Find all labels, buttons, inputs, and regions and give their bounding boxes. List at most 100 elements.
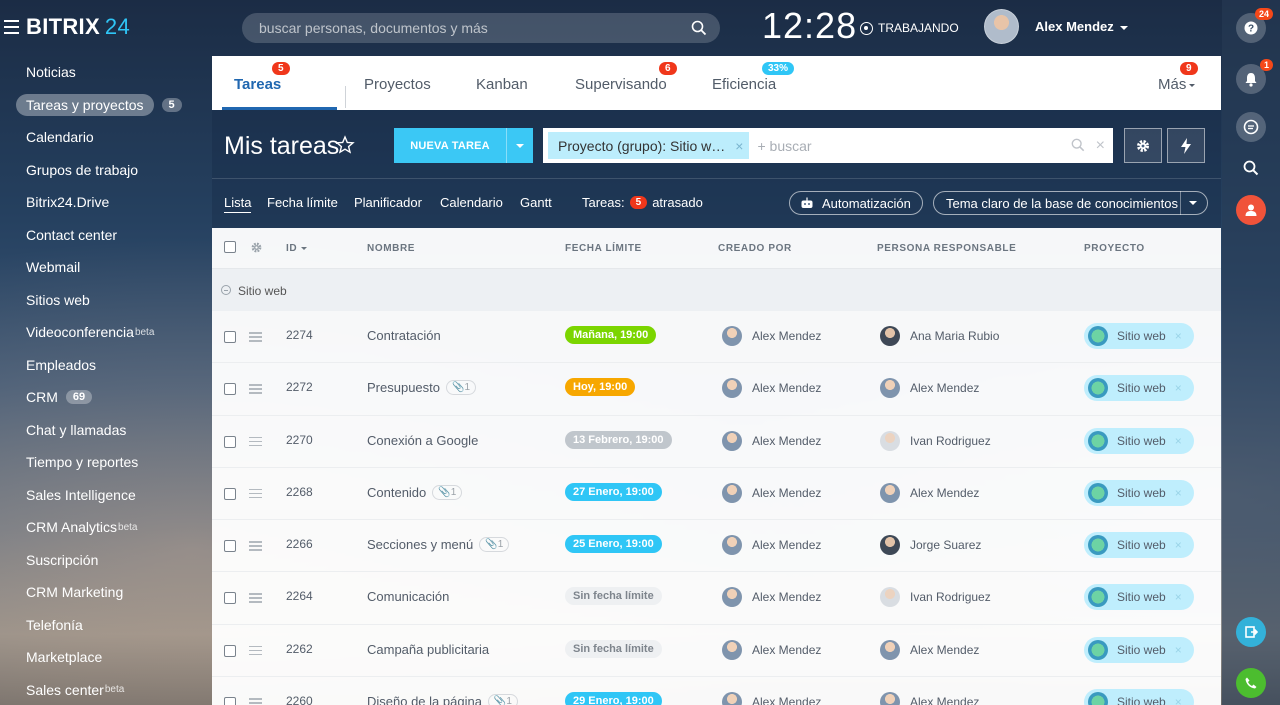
responsible[interactable]: Alex Mendez bbox=[880, 639, 979, 660]
drag-handle-icon[interactable] bbox=[249, 698, 262, 705]
view-calendario[interactable]: Calendario bbox=[440, 195, 503, 210]
sidebar-item[interactable]: Tareas y proyectos 5 bbox=[0, 89, 212, 122]
logo[interactable]: BITRIX 24 bbox=[26, 14, 130, 40]
task-name[interactable]: Contratación bbox=[367, 328, 441, 343]
drag-handle-icon[interactable] bbox=[249, 436, 262, 447]
sidebar-item[interactable]: CRM 69 bbox=[0, 381, 212, 414]
project-tag[interactable]: Sitio web × bbox=[1084, 584, 1194, 611]
task-name[interactable]: Campaña publicitaria bbox=[367, 642, 489, 657]
column-creator[interactable]: CREADO POR bbox=[718, 243, 792, 254]
attachment-count[interactable]: 📎1 bbox=[479, 537, 510, 553]
deadline-badge[interactable]: Hoy, 19:00 bbox=[565, 378, 636, 397]
search-icon[interactable] bbox=[691, 20, 707, 36]
task-name[interactable]: Diseño de la página 📎1 bbox=[367, 694, 518, 705]
attachment-count[interactable]: 📎1 bbox=[446, 380, 477, 396]
sidebar-item[interactable]: Sales Intelligence bbox=[0, 479, 212, 512]
filter-chip[interactable]: Proyecto (grupo): Sitio w… × bbox=[548, 132, 750, 159]
search-button[interactable] bbox=[1240, 157, 1262, 179]
filter-input[interactable] bbox=[757, 130, 1058, 161]
table-row[interactable]: 2274 Contratación Mañana, 19:00 Alex Mendez… bbox=[212, 311, 1221, 364]
chat-button[interactable] bbox=[1236, 112, 1266, 142]
table-row[interactable]: 2270 Conexión a Google 13 Febrero, 19:00 Al… bbox=[212, 416, 1221, 468]
deadline-badge[interactable]: 13 Febrero, 19:00 bbox=[565, 430, 672, 449]
attachment-count[interactable]: 📎1 bbox=[487, 694, 518, 705]
creator[interactable]: Alex Mendez bbox=[722, 430, 821, 451]
select-all-checkbox[interactable] bbox=[224, 241, 236, 253]
settings-button[interactable] bbox=[1124, 128, 1162, 163]
sidebar-item[interactable]: Marketplace bbox=[0, 641, 212, 674]
sidebar-item[interactable]: Telefonía bbox=[0, 609, 212, 642]
project-tag[interactable]: Sitio web × bbox=[1084, 375, 1194, 402]
project-tag[interactable]: Sitio web × bbox=[1084, 689, 1194, 705]
tab-tareas[interactable]: Tareas 5 bbox=[234, 62, 290, 93]
responsible[interactable]: Ivan Rodriguez bbox=[880, 430, 991, 451]
creator[interactable]: Alex Mendez bbox=[722, 692, 821, 705]
sidebar-item[interactable]: Sitios web bbox=[0, 284, 212, 317]
drag-handle-icon[interactable] bbox=[249, 488, 262, 499]
row-checkbox[interactable] bbox=[224, 540, 236, 553]
sidebar-item[interactable]: Videoconferencia beta bbox=[0, 316, 212, 349]
project-tag[interactable]: Sitio web × bbox=[1084, 323, 1194, 349]
sidebar-item[interactable]: Sales center beta bbox=[0, 674, 212, 705]
close-icon[interactable]: × bbox=[1175, 643, 1182, 657]
search-input[interactable] bbox=[242, 13, 662, 43]
sidebar-item[interactable]: Tiempo y reportes bbox=[0, 446, 212, 479]
responsible[interactable]: Ivan Rodriguez bbox=[880, 587, 991, 608]
close-icon[interactable]: × bbox=[1175, 329, 1182, 343]
knowledge-base-button[interactable]: Tema claro de la base de conocimientos bbox=[933, 191, 1208, 215]
responsible[interactable]: Alex Mendez bbox=[880, 482, 979, 503]
creator[interactable]: Alex Mendez bbox=[722, 326, 821, 346]
project-tag[interactable]: Sitio web × bbox=[1084, 636, 1194, 663]
row-checkbox[interactable] bbox=[224, 487, 236, 500]
work-status[interactable]: TRABAJANDO bbox=[860, 21, 959, 35]
phone-button[interactable] bbox=[1236, 668, 1266, 698]
responsible[interactable]: Alex Mendez bbox=[880, 378, 979, 399]
task-name[interactable]: Comunicación bbox=[367, 589, 449, 604]
project-tag[interactable]: Sitio web × bbox=[1084, 479, 1194, 506]
table-row[interactable]: 2268 Contenido 📎1 27 Enero, 19:00 Alex Mende… bbox=[212, 468, 1221, 521]
column-responsible[interactable]: PERSONA RESPONSABLE bbox=[877, 243, 1016, 254]
sidebar-item[interactable]: Noticias bbox=[0, 56, 212, 89]
tab-supervisando[interactable]: Supervisando 6 bbox=[575, 62, 677, 93]
close-icon[interactable]: × bbox=[735, 138, 743, 154]
new-task-button[interactable]: NUEVA TAREA bbox=[394, 128, 533, 163]
close-icon[interactable]: × bbox=[1175, 434, 1182, 448]
creator[interactable]: Alex Mendez bbox=[722, 535, 821, 556]
clear-icon[interactable]: × bbox=[1096, 137, 1105, 155]
view-planificador[interactable]: Planificador bbox=[354, 195, 422, 210]
responsible[interactable]: Alex Mendez bbox=[880, 692, 979, 705]
drag-handle-icon[interactable] bbox=[249, 593, 262, 603]
new-task-dropdown[interactable] bbox=[506, 128, 533, 163]
creator[interactable]: Alex Mendez bbox=[722, 378, 821, 399]
sidebar-item[interactable]: Suscripción bbox=[0, 544, 212, 577]
deadline-badge[interactable]: Mañana, 19:00 bbox=[565, 326, 657, 344]
task-name[interactable]: Presupuesto 📎1 bbox=[367, 380, 477, 396]
user-profile-button[interactable] bbox=[1236, 195, 1266, 225]
drag-handle-icon[interactable] bbox=[249, 332, 262, 342]
drag-handle-icon[interactable] bbox=[249, 384, 262, 394]
view-lista[interactable]: Lista bbox=[224, 195, 252, 213]
table-row[interactable]: 2272 Presupuesto 📎1 Hoy, 19:00 Alex Mendez Al… bbox=[212, 363, 1221, 416]
deadline-badge[interactable]: Sin fecha límite bbox=[565, 639, 662, 658]
creator[interactable]: Alex Mendez bbox=[722, 482, 821, 503]
sidebar-item[interactable]: Chat y llamadas bbox=[0, 414, 212, 447]
close-icon[interactable]: × bbox=[1175, 486, 1182, 500]
sidebar-item[interactable]: Contact center bbox=[0, 219, 212, 252]
tab-eficiencia[interactable]: Eficiencia 33% bbox=[712, 62, 795, 93]
row-checkbox[interactable] bbox=[224, 592, 236, 605]
column-id[interactable]: ID bbox=[286, 243, 308, 254]
column-project[interactable]: PROYECTO bbox=[1084, 243, 1145, 254]
sidebar-item[interactable]: CRM Analytics beta bbox=[0, 511, 212, 544]
task-name[interactable]: Conexión a Google bbox=[367, 433, 478, 448]
table-row[interactable]: 2260 Diseño de la página 📎1 29 Enero, 19:00… bbox=[212, 677, 1221, 705]
automation-button[interactable]: Automatización bbox=[789, 191, 923, 215]
view-gantt[interactable]: Gantt bbox=[520, 195, 552, 210]
deadline-badge[interactable]: Sin fecha límite bbox=[565, 587, 662, 606]
robots-button[interactable] bbox=[1167, 128, 1205, 163]
menu-icon[interactable] bbox=[4, 20, 19, 34]
overdue-counter[interactable]: Tareas: 5 atrasado bbox=[582, 195, 703, 210]
table-row[interactable]: 2266 Secciones y menú 📎1 25 Enero, 19:00 Ale… bbox=[212, 520, 1221, 573]
close-icon[interactable]: × bbox=[1175, 695, 1182, 705]
notifications-button[interactable]: 1 bbox=[1236, 59, 1273, 94]
deadline-badge[interactable]: 29 Enero, 19:00 bbox=[565, 692, 662, 705]
